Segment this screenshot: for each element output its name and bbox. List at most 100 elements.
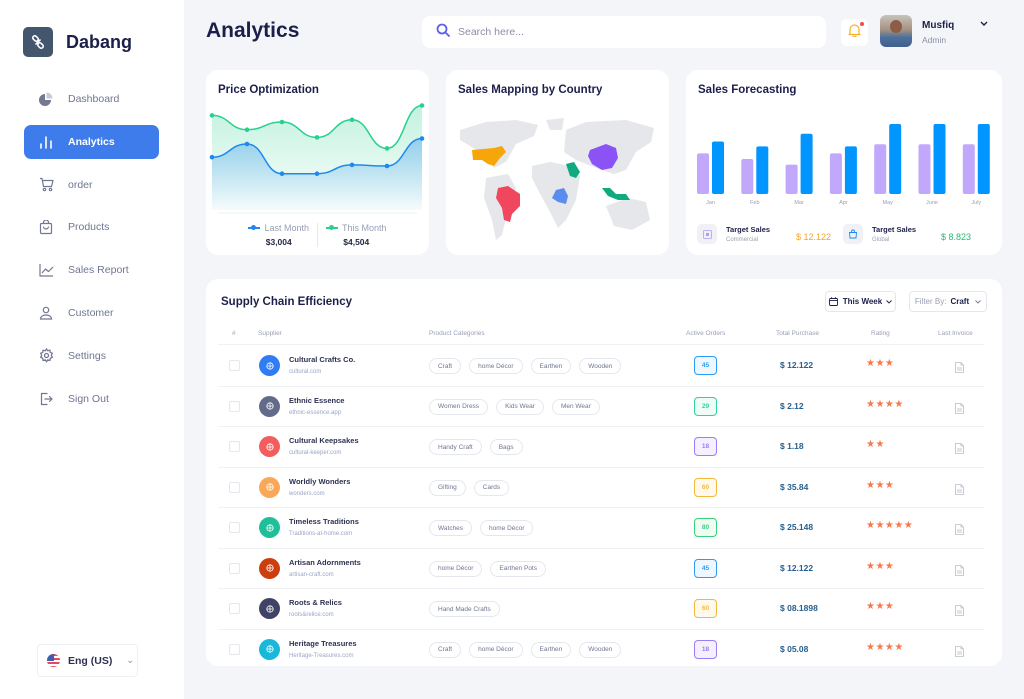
filter-dropdown[interactable]: Filter By: Craft (909, 291, 987, 312)
sidebar-item-analytics[interactable]: Analytics (24, 124, 159, 159)
category-tag[interactable]: Kids Wear (496, 398, 544, 415)
supplier-name[interactable]: Artisan Adornments (289, 558, 361, 567)
supplier-website[interactable]: Traditions-at-home.com (289, 531, 352, 537)
row-checkbox[interactable] (229, 522, 240, 533)
supplier-website[interactable]: Heritage-Treasures.com (289, 653, 353, 659)
invoice-file-icon[interactable] (955, 563, 964, 581)
category-tag[interactable]: Handy Craft (429, 439, 482, 455)
supplier-name[interactable]: Cultural Crafts Co. (289, 355, 355, 364)
invoice-file-icon[interactable] (955, 360, 964, 378)
supplier-website[interactable]: wonders.com (289, 491, 325, 497)
category-tag[interactable]: Earthen (530, 358, 572, 374)
data-point[interactable] (314, 171, 320, 176)
data-point[interactable] (209, 154, 215, 160)
category-tag[interactable]: Craft (429, 358, 462, 374)
category-tag[interactable]: home Décor (480, 520, 534, 536)
bar[interactable] (697, 153, 709, 194)
bar[interactable] (829, 153, 842, 194)
table-row[interactable]: Worldly Wonders wonders.com Gifting Cards… (218, 468, 984, 508)
supplier-website[interactable]: cultural-keeper.com (289, 450, 341, 456)
data-point[interactable] (419, 103, 425, 108)
data-point[interactable] (209, 113, 215, 118)
data-point[interactable] (279, 119, 285, 125)
supplier-name[interactable]: Cultural Keepsakes (289, 436, 359, 445)
bar[interactable] (800, 133, 813, 194)
table-row[interactable]: Cultural Keepsakes cultural-keeper.com H… (218, 427, 984, 468)
category-tag[interactable]: Wooden (579, 358, 622, 374)
supplier-name[interactable]: Ethnic Essence (289, 396, 344, 405)
bar[interactable] (756, 146, 769, 194)
avatar[interactable] (880, 15, 912, 47)
invoice-file-icon[interactable] (955, 401, 964, 419)
bar[interactable] (918, 144, 931, 194)
row-checkbox[interactable] (229, 441, 240, 452)
table-row[interactable]: Artisan Adornments artisan-craft.com hom… (218, 549, 984, 589)
data-point[interactable] (384, 163, 390, 169)
row-checkbox[interactable] (229, 603, 240, 614)
supplier-name[interactable]: Heritage Treasures (289, 639, 357, 648)
category-tag[interactable]: Craft (429, 641, 462, 658)
data-point[interactable] (384, 146, 390, 151)
supplier-website[interactable]: ethnic-essence.app (289, 410, 341, 416)
row-checkbox[interactable] (229, 562, 240, 574)
sidebar-item-settings[interactable]: Settings (24, 339, 159, 373)
data-point[interactable] (349, 117, 355, 123)
table-row[interactable]: Cultural Crafts Co. cultural.com Craft ho… (218, 346, 984, 387)
row-checkbox[interactable] (229, 481, 240, 493)
user-menu-chevron-icon[interactable] (980, 19, 988, 29)
invoice-file-icon[interactable] (955, 522, 964, 540)
category-tag[interactable]: Hand Made Crafts (429, 601, 500, 617)
bar[interactable] (977, 124, 990, 194)
invoice-file-icon[interactable] (955, 603, 964, 621)
bar[interactable] (712, 141, 724, 195)
bar[interactable] (962, 144, 975, 194)
category-tag[interactable]: Earthen (530, 641, 572, 658)
category-tag[interactable]: home Décor (469, 358, 523, 374)
table-row[interactable]: Timeless Traditions Traditions-at-home.c… (218, 508, 984, 549)
search-bar[interactable] (422, 16, 826, 48)
table-row[interactable]: Roots & Relics roots&relice.com Hand Mad… (218, 589, 984, 630)
bar[interactable] (741, 159, 754, 194)
supplier-name[interactable]: Worldly Wonders (289, 477, 350, 486)
sidebar-item-sales-report[interactable]: Sales Report (24, 253, 159, 287)
category-tag[interactable]: Women Dress (429, 398, 489, 415)
category-tag[interactable]: Watches (429, 520, 473, 536)
bar[interactable] (889, 124, 902, 194)
notifications-button[interactable] (841, 19, 868, 46)
data-point[interactable] (244, 141, 250, 147)
supplier-website[interactable]: roots&relice.com (289, 612, 334, 618)
invoice-file-icon[interactable] (955, 644, 964, 662)
bar[interactable] (844, 146, 857, 194)
data-point[interactable] (279, 171, 285, 176)
invoice-file-icon[interactable] (955, 482, 964, 500)
period-dropdown[interactable]: This Week (825, 291, 896, 312)
language-selector[interactable]: Eng (US) ⌄ (37, 644, 138, 677)
supplier-name[interactable]: Roots & Relics (289, 598, 342, 607)
bar[interactable] (933, 124, 946, 194)
row-checkbox[interactable] (229, 643, 240, 655)
table-row[interactable]: Ethnic Essence ethnic-essence.app Women … (218, 387, 984, 427)
row-checkbox[interactable] (229, 400, 240, 412)
supplier-website[interactable]: cultural.com (289, 369, 321, 375)
category-tag[interactable]: Earthen Pots (490, 560, 546, 577)
row-checkbox[interactable] (229, 360, 240, 371)
sidebar-item-customer[interactable]: Customer (24, 296, 159, 330)
sidebar-item-sign-out[interactable]: Sign Out (24, 382, 159, 416)
invoice-file-icon[interactable] (955, 441, 964, 459)
category-tag[interactable]: Wooden (579, 641, 622, 658)
category-tag[interactable]: home Décor (469, 641, 523, 658)
supplier-website[interactable]: artisan-craft.com (289, 572, 334, 578)
category-tag[interactable]: Men Wear (551, 398, 600, 415)
sidebar-item-order[interactable]: order (24, 168, 159, 202)
bar[interactable] (785, 164, 798, 194)
sidebar-item-dashboard[interactable]: Dashboard (24, 82, 159, 116)
data-point[interactable] (244, 127, 250, 132)
data-point[interactable] (419, 136, 425, 141)
data-point[interactable] (349, 162, 355, 168)
brand[interactable]: Dabang (23, 27, 132, 57)
bar[interactable] (874, 144, 887, 194)
table-row[interactable]: Heritage Treasures Heritage-Treasures.co… (218, 630, 984, 671)
supplier-name[interactable]: Timeless Traditions (289, 517, 359, 526)
data-point[interactable] (314, 135, 320, 140)
search-input[interactable] (458, 26, 798, 38)
